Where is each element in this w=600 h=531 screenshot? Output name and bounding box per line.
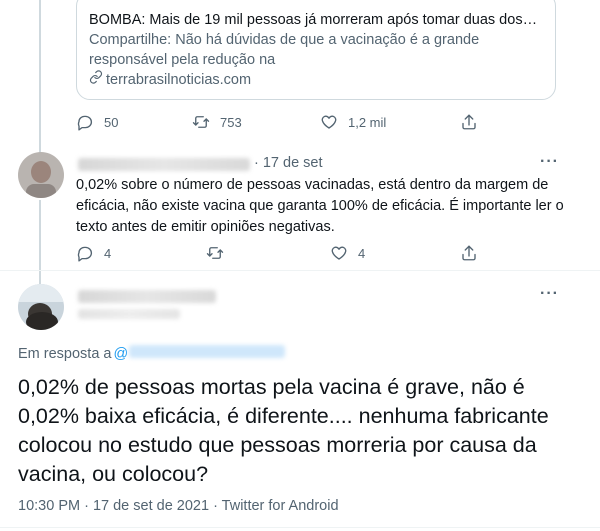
tweet-text: 0,02% sobre o número de pessoas vacinada… [76,177,564,235]
heart-icon [331,246,347,260]
share-button[interactable] [460,244,478,262]
card-link-text: terrabrasilnoticias.com [106,72,252,88]
mention-link[interactable]: @ [114,345,286,362]
card-link[interactable]: terrabrasilnoticias.com [89,70,543,90]
quoted-link-card[interactable]: BOMBA: Mais de 19 mil pessoas já morrera… [76,0,556,100]
reply-icon [77,246,93,262]
tweet-date[interactable]: · 17 de set [254,155,323,171]
retweet-icon [206,247,224,259]
reply-count: 4 [104,245,112,261]
blurred-author-name[interactable] [78,290,216,303]
card-description: Compartilhe: Não há dúvidas de que a vac… [89,32,480,68]
retweet-icon [192,116,210,128]
divider [0,527,600,528]
link-icon [89,70,103,90]
tweet-timestamp[interactable]: 10:30 PM · 17 de set de 2021 · Twitter f… [18,498,339,514]
divider [0,270,600,271]
retweet-button[interactable] [206,244,330,262]
in-reply-to: Em resposta a @ [18,345,286,362]
tweet-actions: 50 753 1,2 mil [76,113,478,131]
blurred-author-handle[interactable] [78,309,180,319]
reply-button[interactable]: 50 [76,113,192,131]
card-headline: BOMBA: Mais de 19 mil pessoas já morrera… [89,12,543,28]
avatar[interactable] [18,284,64,330]
like-button[interactable]: 4 [330,244,460,262]
more-icon[interactable]: ··· [540,285,559,303]
reply-count: 50 [104,114,119,130]
retweet-button[interactable]: 753 [192,113,320,131]
thread-line [39,0,41,155]
in-reply-label: Em resposta a [18,345,112,362]
main-tweet-text: 0,02% de pessoas mortas pela vacina é gr… [18,375,549,486]
share-icon [462,245,476,261]
heart-icon [321,115,337,129]
tweet-actions: 4 4 [76,244,478,262]
reply-button[interactable]: 4 [76,244,206,262]
avatar[interactable] [18,152,64,198]
reply-icon [77,115,93,131]
more-icon[interactable]: ··· [540,153,559,171]
like-count: 4 [358,245,366,261]
share-button[interactable] [460,113,478,131]
share-icon [462,114,476,130]
retweet-count: 753 [220,114,242,130]
blurred-author-name[interactable] [78,158,250,171]
thread-line [39,200,41,285]
like-button[interactable]: 1,2 mil [320,113,460,131]
like-count: 1,2 mil [348,114,387,130]
